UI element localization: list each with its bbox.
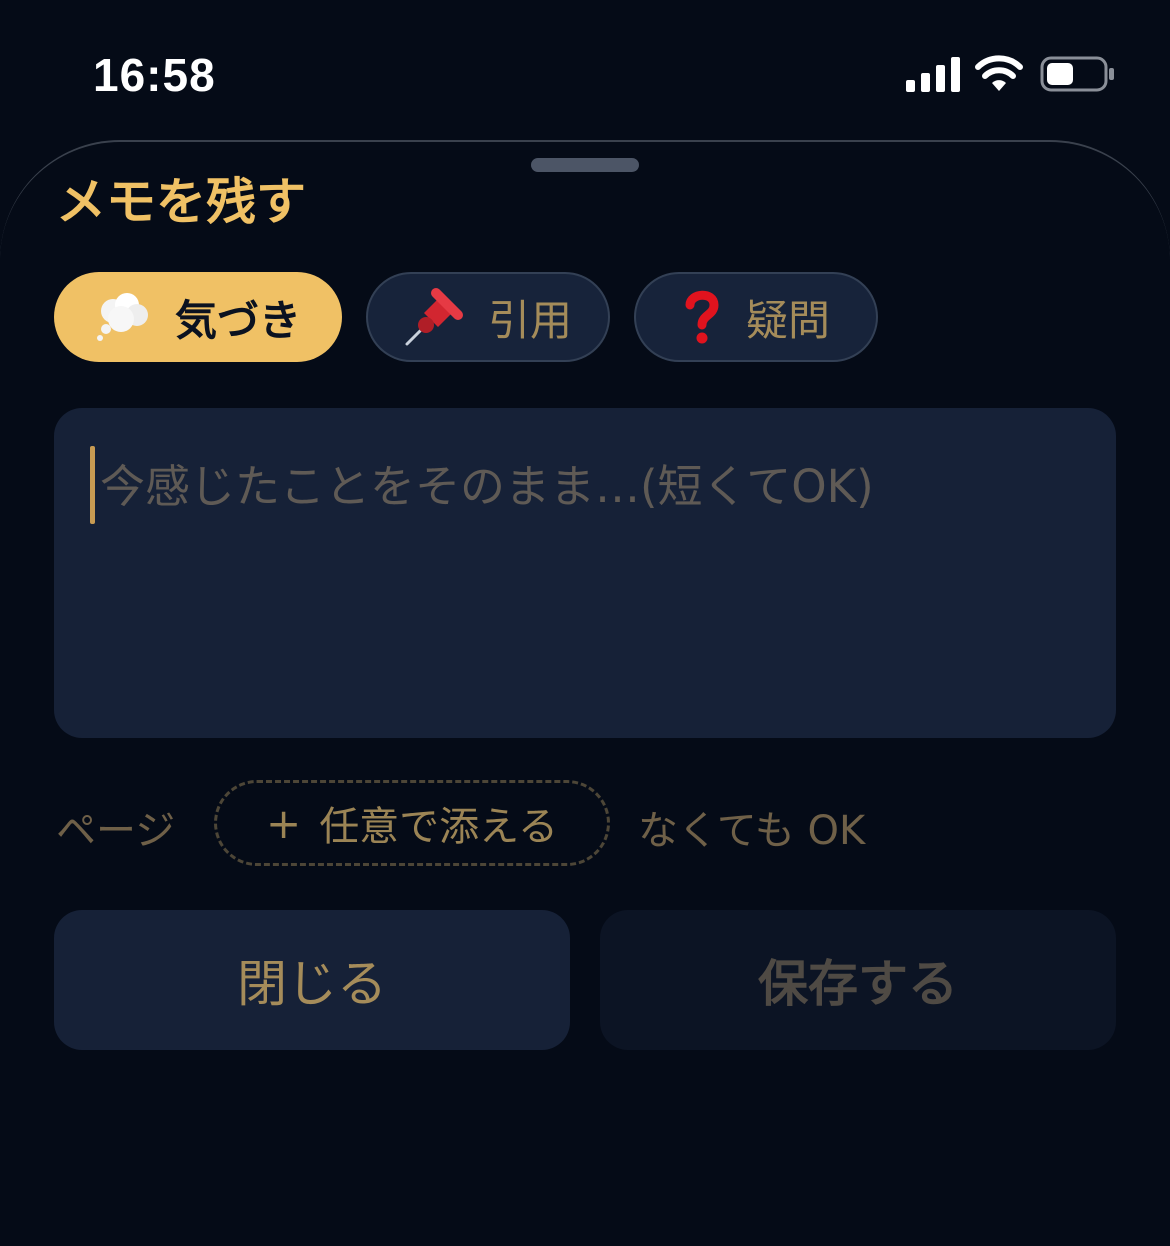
memo-sheet: メモを残す 気づき 引用 疑問 今感じたことをそのまま…(短くてOK) ページ … [0, 140, 1170, 1246]
text-caret [90, 446, 95, 524]
type-chip-quote[interactable]: 引用 [366, 272, 610, 362]
status-time: 16:58 [93, 49, 216, 101]
add-page-label: 任意で添える [319, 804, 558, 850]
type-chip-label: 疑問 [745, 295, 830, 345]
type-chip-label: 引用 [487, 295, 572, 345]
save-button[interactable]: 保存する [600, 910, 1116, 1050]
add-page-button[interactable]: + 任意で添える [214, 780, 610, 866]
wifi-icon [975, 55, 1023, 91]
memo-placeholder: 今感じたことをそのまま…(短くてOK) [100, 460, 874, 513]
type-chip-label: 気づき [174, 295, 301, 345]
page-row: ページ + 任意で添える なくても OK [0, 778, 1170, 868]
signal-icon [906, 57, 960, 92]
close-button[interactable]: 閉じる [54, 910, 570, 1050]
sheet-title: メモを残す [56, 173, 306, 231]
type-chip-insight[interactable]: 気づき [54, 272, 342, 362]
page-label: ページ [56, 808, 176, 854]
thought-bubble-icon [95, 291, 151, 343]
page-hint: なくても OK [638, 808, 866, 854]
sheet-grabber[interactable] [531, 158, 639, 172]
battery-icon [1040, 56, 1114, 92]
status-bar: 16:58 [0, 0, 1170, 140]
question-mark-icon [682, 289, 722, 345]
plus-icon: + [265, 798, 302, 848]
type-chip-question[interactable]: 疑問 [634, 272, 878, 362]
memo-input[interactable]: 今感じたことをそのまま…(短くてOK) [54, 408, 1116, 738]
pushpin-icon [404, 287, 464, 347]
